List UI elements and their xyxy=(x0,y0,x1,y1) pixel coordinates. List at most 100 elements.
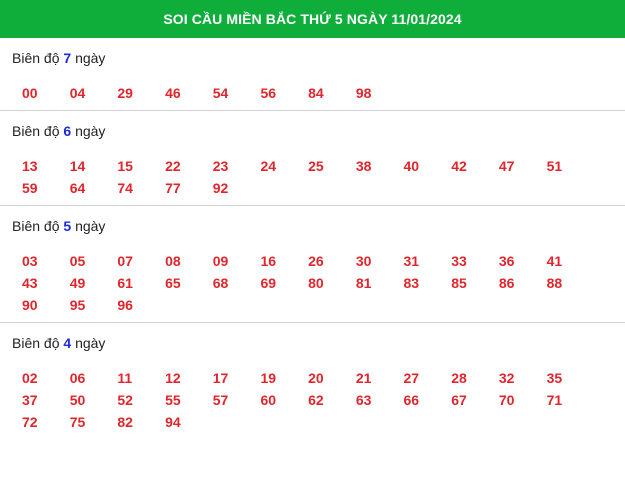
section-title-suffix: ngày xyxy=(75,50,106,66)
section-amplitude-5: Biên độ 5 ngày 03 05 07 08 09 16 26 30 31 33 36 41 4… xyxy=(0,206,625,323)
lottery-number: 88 xyxy=(546,275,563,291)
lottery-number: 67 xyxy=(451,392,467,408)
lottery-number: 05 xyxy=(69,253,86,269)
lottery-number: 50 xyxy=(69,392,86,408)
lottery-number: 98 xyxy=(355,85,372,101)
lottery-number: 22 xyxy=(165,158,181,174)
lottery-number: 23 xyxy=(212,158,229,174)
lottery-number: 02 xyxy=(22,370,38,386)
number-grid: 02 06 11 12 17 19 20 21 27 28 32 35 37 50 52 55 57 60 62 63… xyxy=(12,370,625,431)
section-title-prefix: Biên độ xyxy=(12,335,60,351)
lottery-number: 55 xyxy=(165,392,181,408)
lottery-number: 42 xyxy=(451,158,467,174)
lottery-number: 20 xyxy=(308,370,324,386)
section-title-prefix: Biên độ xyxy=(12,123,60,139)
lottery-number: 26 xyxy=(308,253,324,269)
section-title-suffix: ngày xyxy=(75,123,106,139)
lottery-number: 35 xyxy=(546,370,563,386)
lottery-number: 16 xyxy=(260,253,277,269)
lottery-number: 13 xyxy=(22,158,38,174)
number-grid: 00 04 29 46 54 56 84 98 xyxy=(12,85,625,102)
lottery-number: 07 xyxy=(117,253,133,269)
sections-container: Biên độ 7 ngày 00 04 29 46 54 56 84 98 Biên độ … xyxy=(0,38,625,439)
lottery-number: 65 xyxy=(165,275,181,291)
lottery-number: 11 xyxy=(117,370,133,386)
amplitude-value: 5 xyxy=(63,218,72,234)
lottery-number: 54 xyxy=(212,85,229,101)
lottery-number: 51 xyxy=(546,158,563,174)
section-title: Biên độ 5 ngày xyxy=(12,218,625,234)
lottery-number: 30 xyxy=(355,253,372,269)
lottery-number: 60 xyxy=(260,392,277,408)
lottery-number: 94 xyxy=(165,414,181,430)
amplitude-value: 4 xyxy=(63,335,72,351)
lottery-number: 90 xyxy=(22,297,38,313)
section-title: Biên độ 6 ngày xyxy=(12,123,625,139)
page-header: SOI CẦU MIỀN BẮC THỨ 5 NGÀY 11/01/2024 xyxy=(0,0,625,38)
lottery-number: 84 xyxy=(308,85,324,101)
lottery-number: 57 xyxy=(212,392,229,408)
lottery-number: 06 xyxy=(69,370,86,386)
lottery-number: 37 xyxy=(22,392,38,408)
lottery-number: 62 xyxy=(308,392,324,408)
lottery-number: 29 xyxy=(117,85,133,101)
lottery-number: 82 xyxy=(117,414,133,430)
lottery-number: 77 xyxy=(165,180,181,196)
number-grid: 03 05 07 08 09 16 26 30 31 33 36 41 43 49 61 65 68 69 80 81… xyxy=(12,253,625,314)
lottery-number: 96 xyxy=(117,297,133,313)
lottery-number: 46 xyxy=(165,85,181,101)
lottery-number: 14 xyxy=(69,158,86,174)
section-title-prefix: Biên độ xyxy=(12,218,60,234)
section-amplitude-7: Biên độ 7 ngày 00 04 29 46 54 56 84 98 xyxy=(0,38,625,111)
lottery-number: 27 xyxy=(403,370,420,386)
lottery-number: 70 xyxy=(498,392,515,408)
lottery-number: 33 xyxy=(451,253,467,269)
lottery-number: 38 xyxy=(355,158,372,174)
section-title-suffix: ngày xyxy=(75,218,106,234)
lottery-number: 12 xyxy=(165,370,181,386)
lottery-number: 09 xyxy=(212,253,229,269)
lottery-number: 59 xyxy=(22,180,38,196)
amplitude-value: 6 xyxy=(63,123,72,139)
lottery-number: 56 xyxy=(260,85,277,101)
lottery-number: 15 xyxy=(117,158,133,174)
lottery-number: 17 xyxy=(212,370,229,386)
lottery-number: 64 xyxy=(69,180,86,196)
lottery-number: 19 xyxy=(260,370,277,386)
lottery-number: 25 xyxy=(308,158,324,174)
lottery-number: 74 xyxy=(117,180,133,196)
lottery-number: 47 xyxy=(498,158,515,174)
lottery-number: 63 xyxy=(355,392,372,408)
section-amplitude-4: Biên độ 4 ngày 02 06 11 12 17 19 20 21 27 28 32 35 3… xyxy=(0,323,625,439)
lottery-number: 75 xyxy=(69,414,86,430)
lottery-number: 71 xyxy=(546,392,563,408)
section-title-prefix: Biên độ xyxy=(12,50,60,66)
lottery-number: 85 xyxy=(451,275,467,291)
lottery-number: 04 xyxy=(69,85,86,101)
lottery-number: 68 xyxy=(212,275,229,291)
lottery-number: 24 xyxy=(260,158,277,174)
section-title-suffix: ngày xyxy=(75,335,106,351)
lottery-number: 00 xyxy=(22,85,38,101)
lottery-number: 72 xyxy=(22,414,38,430)
lottery-number: 36 xyxy=(498,253,515,269)
number-grid: 13 14 15 22 23 24 25 38 40 42 47 51 59 64 74 77 92 xyxy=(12,158,625,197)
lottery-number: 95 xyxy=(69,297,86,313)
page-title: SOI CẦU MIỀN BẮC THỨ 5 NGÀY 11/01/2024 xyxy=(163,11,462,27)
amplitude-value: 7 xyxy=(63,50,72,66)
lottery-number: 61 xyxy=(117,275,133,291)
section-title: Biên độ 7 ngày xyxy=(12,50,625,66)
lottery-number: 83 xyxy=(403,275,420,291)
lottery-number: 21 xyxy=(355,370,372,386)
section-amplitude-6: Biên độ 6 ngày 13 14 15 22 23 24 25 38 40 42 47 51 5… xyxy=(0,111,625,206)
lottery-number: 32 xyxy=(498,370,515,386)
lottery-number: 41 xyxy=(546,253,563,269)
section-title: Biên độ 4 ngày xyxy=(12,335,625,351)
lottery-number: 52 xyxy=(117,392,133,408)
lottery-number: 86 xyxy=(498,275,515,291)
lottery-number: 92 xyxy=(212,180,229,196)
lottery-number: 31 xyxy=(403,253,420,269)
lottery-number: 40 xyxy=(403,158,420,174)
lottery-number: 49 xyxy=(69,275,86,291)
lottery-number: 03 xyxy=(22,253,38,269)
